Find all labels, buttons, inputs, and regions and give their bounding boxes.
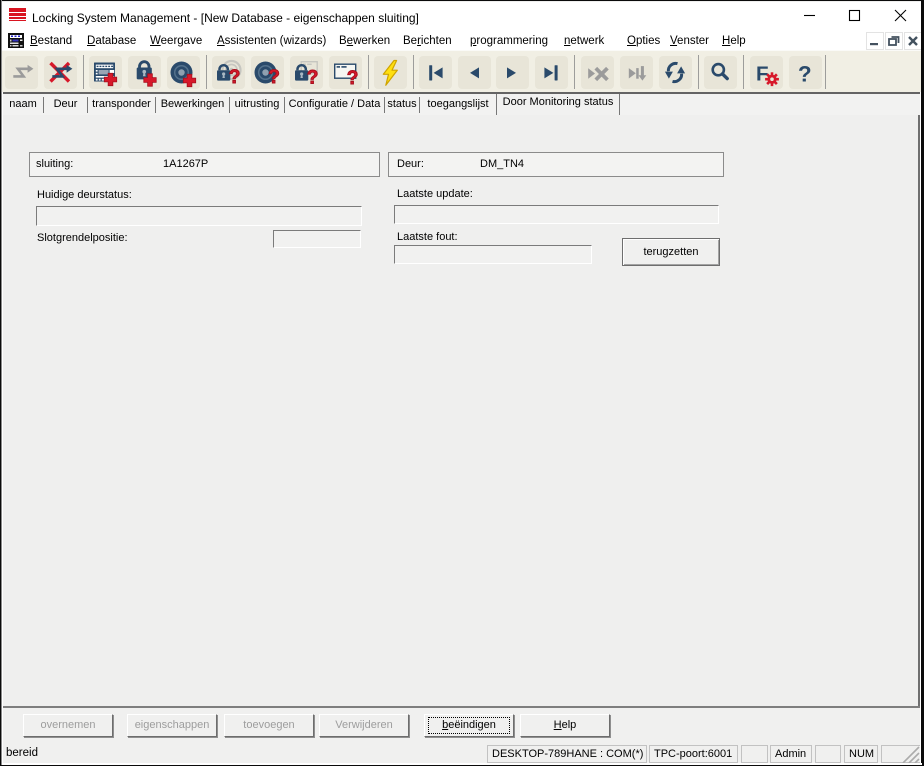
svg-text:F: F <box>756 63 769 86</box>
svg-text:?: ? <box>798 61 812 86</box>
svg-text:?: ? <box>268 67 280 88</box>
svg-text:?: ? <box>347 68 359 89</box>
svg-text:?: ? <box>229 67 241 88</box>
svg-text:?: ? <box>307 68 319 89</box>
